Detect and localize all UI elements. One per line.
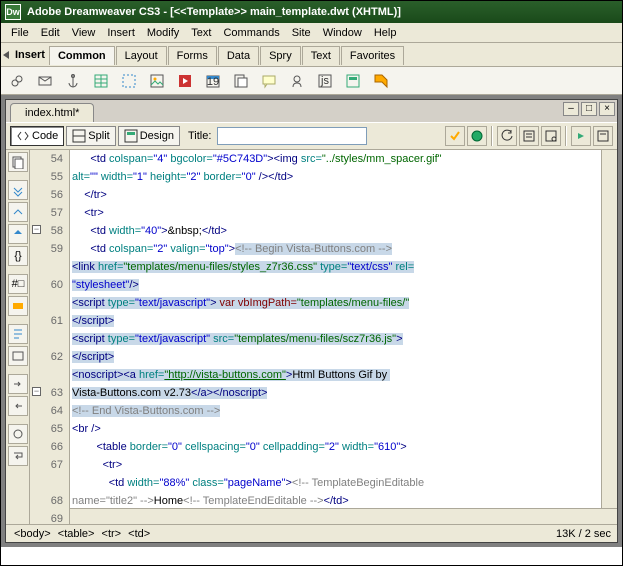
svg-text:19: 19 bbox=[207, 76, 219, 88]
status-bar: <body> <table> <tr> <td> 13K / 2 sec bbox=[6, 524, 617, 542]
highlight-invalid-icon[interactable] bbox=[8, 296, 28, 316]
title-input[interactable] bbox=[217, 127, 367, 145]
server-include-icon[interactable] bbox=[229, 70, 253, 92]
script-icon[interactable]: js bbox=[313, 70, 337, 92]
collapse-icon[interactable] bbox=[3, 51, 9, 59]
menu-help[interactable]: Help bbox=[368, 25, 403, 41]
svg-text:js: js bbox=[320, 75, 329, 87]
snippet-icon[interactable] bbox=[8, 324, 28, 344]
line-gutter: − − 54555657585960616263646566676869 bbox=[30, 150, 70, 524]
tab-common[interactable]: Common bbox=[49, 46, 115, 65]
menu-commands[interactable]: Commands bbox=[217, 25, 285, 41]
menu-text[interactable]: Text bbox=[185, 25, 217, 41]
wrap-icon[interactable] bbox=[8, 446, 28, 466]
horizontal-scrollbar[interactable] bbox=[70, 508, 617, 524]
menubar: File Edit View Insert Modify Text Comman… bbox=[1, 23, 622, 43]
app-doc: [<<Template>> main_template.dwt (XHTML)] bbox=[170, 6, 401, 18]
menu-view[interactable]: View bbox=[66, 25, 102, 41]
menu-modify[interactable]: Modify bbox=[141, 25, 185, 41]
balance-braces-icon[interactable]: {} bbox=[8, 246, 28, 266]
insert-bar: Insert Common Layout Forms Data Spry Tex… bbox=[1, 43, 622, 67]
recent-snippets-icon[interactable] bbox=[8, 346, 28, 366]
check-button[interactable] bbox=[445, 126, 465, 146]
refresh-button[interactable] bbox=[497, 126, 517, 146]
split-view-button[interactable]: Split bbox=[66, 126, 115, 146]
vertical-scrollbar[interactable] bbox=[601, 150, 617, 508]
code-editor[interactable]: <td colspan="4" bgcolor="#5C743D"><img s… bbox=[70, 150, 601, 508]
file-mgmt-button[interactable] bbox=[519, 126, 539, 146]
minimize-icon[interactable]: – bbox=[563, 102, 579, 116]
template-icon[interactable] bbox=[341, 70, 365, 92]
menu-edit[interactable]: Edit bbox=[35, 25, 66, 41]
anchor-icon[interactable] bbox=[61, 70, 85, 92]
image-icon[interactable] bbox=[145, 70, 169, 92]
status-right: 13K / 2 sec bbox=[556, 528, 611, 540]
close-icon[interactable]: × bbox=[599, 102, 615, 116]
comment-icon[interactable] bbox=[257, 70, 281, 92]
code-toolbar: {} #□ bbox=[6, 150, 30, 524]
tab-forms[interactable]: Forms bbox=[168, 46, 217, 65]
svg-text:#□: #□ bbox=[11, 278, 24, 290]
debug-button[interactable] bbox=[571, 126, 591, 146]
select-parent-icon[interactable] bbox=[8, 224, 28, 244]
outdent-icon[interactable] bbox=[8, 396, 28, 416]
menu-file[interactable]: File bbox=[5, 25, 35, 41]
design-view-button[interactable]: Design bbox=[118, 126, 180, 146]
insert-toolbar: 19 js bbox=[1, 67, 622, 95]
tab-favorites[interactable]: Favorites bbox=[341, 46, 404, 65]
menu-insert[interactable]: Insert bbox=[101, 25, 141, 41]
line-numbers-icon[interactable]: #□ bbox=[8, 274, 28, 294]
email-link-icon[interactable] bbox=[33, 70, 57, 92]
menu-window[interactable]: Window bbox=[317, 25, 368, 41]
options-button[interactable] bbox=[593, 126, 613, 146]
expand-icon[interactable] bbox=[8, 202, 28, 222]
head-icon[interactable] bbox=[285, 70, 309, 92]
fold-marker-icon[interactable]: − bbox=[32, 225, 41, 234]
date-icon[interactable]: 19 bbox=[201, 70, 225, 92]
media-icon[interactable] bbox=[173, 70, 197, 92]
document-window: index.html* – □ × Code Split Design Titl… bbox=[5, 99, 618, 543]
maximize-icon[interactable]: □ bbox=[581, 102, 597, 116]
tag-selector[interactable]: <body> <table> <tr> <td> bbox=[12, 528, 152, 540]
tab-layout[interactable]: Layout bbox=[116, 46, 167, 65]
tab-text[interactable]: Text bbox=[302, 46, 340, 65]
code-view-button[interactable]: Code bbox=[10, 126, 64, 146]
menu-site[interactable]: Site bbox=[286, 25, 317, 41]
document-tab[interactable]: index.html* bbox=[10, 103, 94, 122]
code-area: {} #□ − − 545556575859606162636465666768… bbox=[6, 150, 617, 524]
app-name: Adobe Dreamweaver CS3 bbox=[27, 6, 160, 18]
svg-text:{}: {} bbox=[14, 250, 22, 262]
table-icon[interactable] bbox=[89, 70, 113, 92]
div-icon[interactable] bbox=[117, 70, 141, 92]
validate-button[interactable] bbox=[541, 126, 561, 146]
view-bar: Code Split Design Title: bbox=[6, 122, 617, 150]
tab-spry[interactable]: Spry bbox=[260, 46, 301, 65]
title-label: Title: bbox=[188, 130, 211, 142]
hyperlink-icon[interactable] bbox=[5, 70, 29, 92]
format-icon[interactable] bbox=[8, 424, 28, 444]
indent-icon[interactable] bbox=[8, 374, 28, 394]
workspace: index.html* – □ × Code Split Design Titl… bbox=[1, 95, 622, 547]
document-tabs: index.html* – □ × bbox=[6, 100, 617, 122]
preview-button[interactable] bbox=[467, 126, 487, 146]
app-logo: Dw bbox=[5, 4, 21, 20]
fold-marker-icon[interactable]: − bbox=[32, 387, 41, 396]
titlebar: Dw Adobe Dreamweaver CS3 - [<<Template>>… bbox=[1, 1, 622, 23]
open-docs-icon[interactable] bbox=[8, 152, 28, 172]
insert-label: Insert bbox=[11, 49, 49, 61]
tag-chooser-icon[interactable] bbox=[369, 70, 393, 92]
collapse-icon[interactable] bbox=[8, 180, 28, 200]
tab-data[interactable]: Data bbox=[218, 46, 259, 65]
